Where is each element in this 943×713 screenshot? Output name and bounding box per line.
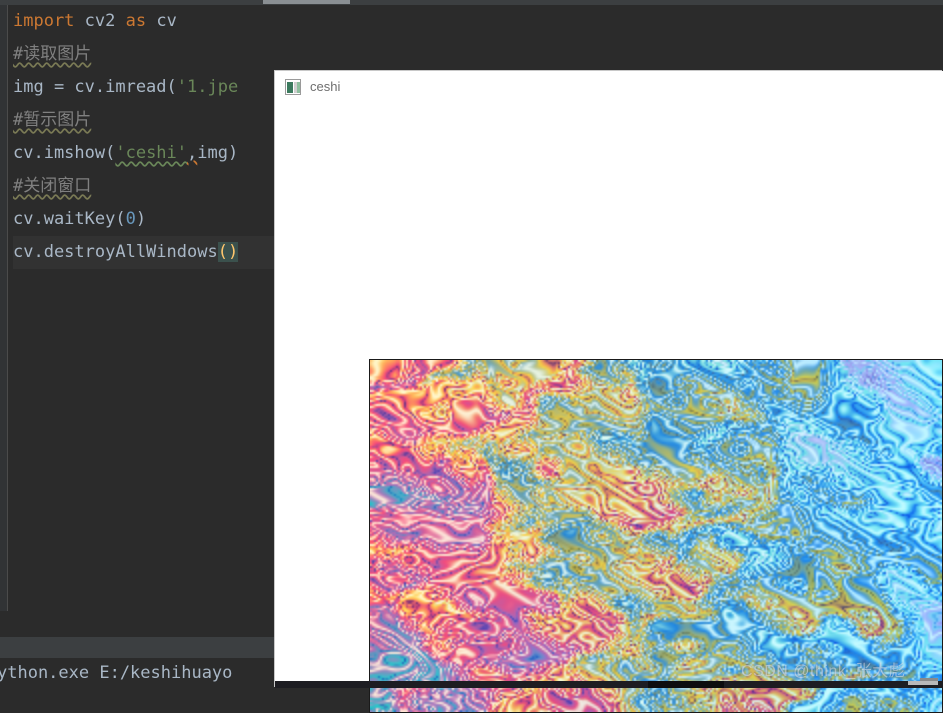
bottom-right-sliver-2 — [920, 678, 938, 681]
taskbar-item-block[interactable] — [648, 681, 724, 688]
line-comment-close[interactable]: #关闭窗口 — [13, 170, 313, 203]
code-token: import — [13, 11, 75, 31]
code-token: img) — [197, 143, 239, 163]
displayed-image-frame — [369, 359, 943, 713]
code-editor-panel[interactable]: import cv2 as cv #读取图片 img = cv.imread('1.… — [0, 5, 313, 611]
code-token: #读取图片 — [13, 44, 92, 64]
code-token: #暂示图片 — [13, 110, 92, 130]
code-token: 'ceshi' — [115, 143, 188, 163]
code-token: , — [187, 143, 198, 163]
code-token: 0 — [125, 209, 136, 229]
code-token: cv.waitKey( — [13, 209, 126, 229]
line-import[interactable]: import cv2 as cv — [13, 5, 313, 38]
code-token: cv.destroyAllWindows — [13, 242, 218, 262]
line-comment-show[interactable]: #暂示图片 — [13, 104, 313, 137]
line-comment-read[interactable]: #读取图片 — [13, 38, 313, 71]
opencv-window-client-area[interactable] — [275, 102, 943, 713]
window-bottom-bar — [275, 681, 943, 688]
opencv-window-title: ceshi — [310, 79, 341, 94]
code-token: as — [125, 11, 147, 31]
active-tab-indicator[interactable] — [263, 0, 350, 4]
line-destroy[interactable]: cv.destroyAllWindows() — [13, 236, 313, 269]
opencv-display-window[interactable]: ceshi — [275, 71, 943, 713]
line-imread[interactable]: img = cv.imread('1.jpe — [13, 71, 313, 104]
bottom-right-sliver — [908, 681, 938, 685]
code-text[interactable]: import cv2 as cv #读取图片 img = cv.imread('1.… — [13, 5, 313, 269]
code-token: '1.jpe — [176, 77, 239, 97]
code-token: #关闭窗口 — [13, 176, 92, 196]
opencv-window-icon — [285, 78, 301, 95]
opencv-window-titlebar[interactable]: ceshi — [275, 71, 943, 102]
code-token: cv.imshow( — [13, 143, 116, 163]
line-imshow[interactable]: cv.imshow('ceshi',img) — [13, 137, 313, 170]
line-waitkey[interactable]: cv.waitKey(0) — [13, 203, 313, 236]
code-token: img = cv.imread( — [13, 77, 177, 97]
code-token: cv — [146, 11, 177, 31]
console-output-text: ython.exe E:/keshihuayo — [0, 663, 233, 683]
editor-gutter — [0, 5, 8, 611]
code-token: cv2 — [74, 11, 126, 31]
displayed-image — [370, 360, 942, 712]
code-token: ) — [135, 209, 147, 229]
code-token: () — [217, 242, 239, 262]
